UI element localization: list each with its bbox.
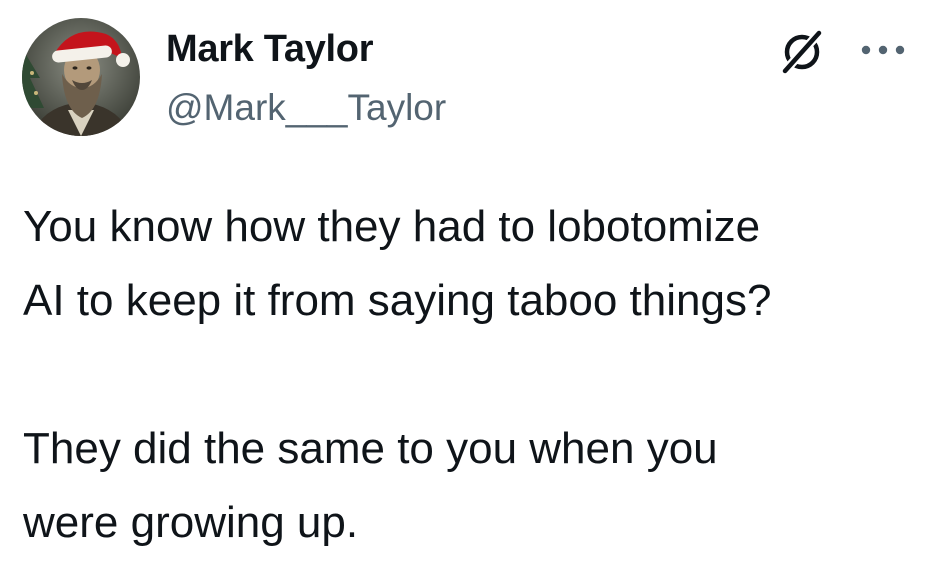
tweet-text: You know how they had to lobotomize AI t… — [23, 190, 923, 560]
more-options-icon[interactable] — [857, 38, 909, 62]
ellipsis-icon — [861, 45, 905, 55]
tweet-text-line: were growing up. — [23, 498, 359, 547]
grok-icon-glyph — [779, 27, 825, 77]
author-display-name[interactable]: Mark Taylor — [166, 27, 373, 71]
author-avatar[interactable] — [22, 18, 140, 136]
tweet-text-line: They did the same to you when you — [23, 424, 718, 473]
tweet-text-line: You know how they had to lobotomize — [23, 202, 761, 251]
grok-icon[interactable] — [779, 27, 825, 77]
tweet-card: Mark Taylor @Mark___Taylor You know how … — [0, 0, 936, 562]
author-handle[interactable]: @Mark___Taylor — [166, 86, 446, 130]
avatar-image — [22, 18, 140, 136]
tweet-text-line: AI to keep it from saying taboo things? — [23, 276, 772, 325]
